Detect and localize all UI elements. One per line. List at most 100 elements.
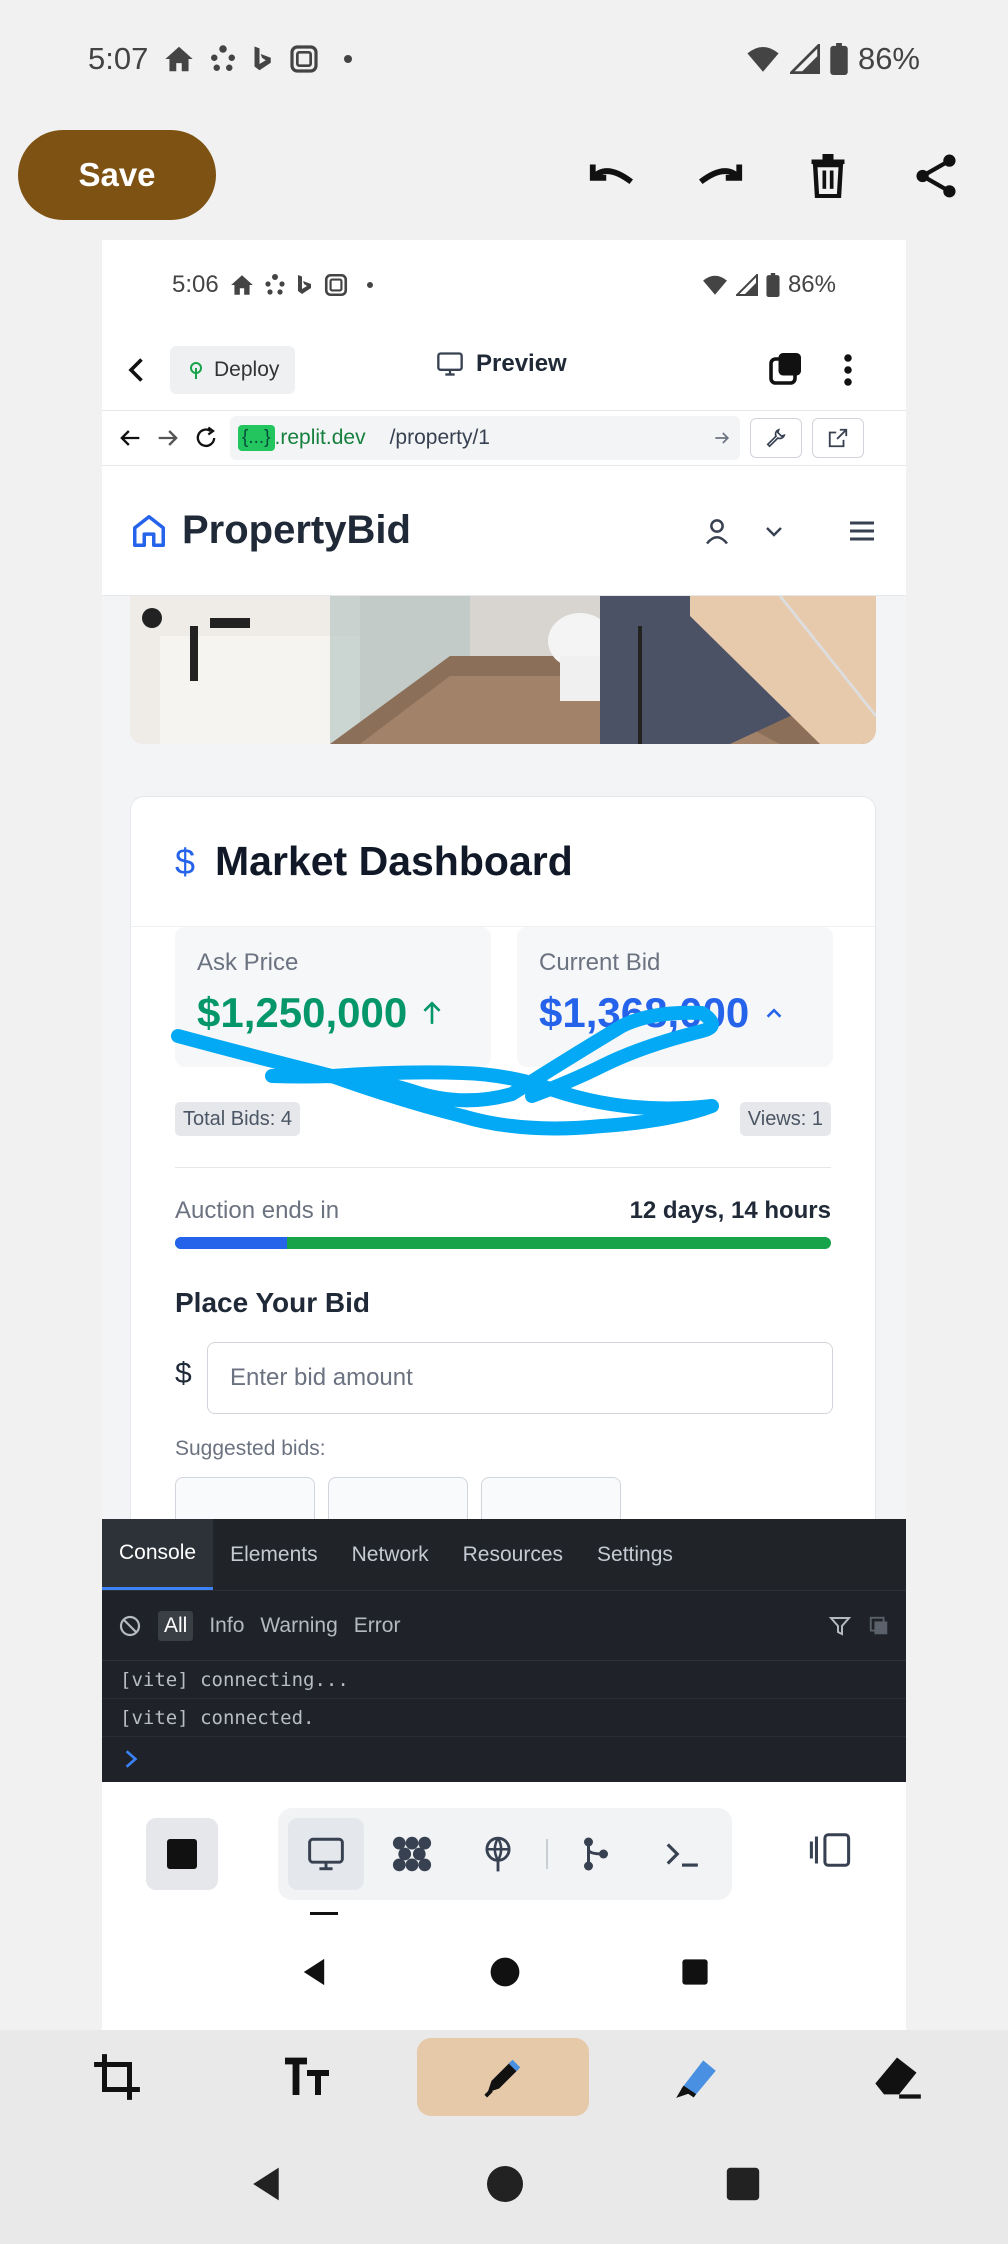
screenshot-icon: [324, 273, 347, 297]
devtools-button[interactable]: [750, 418, 802, 458]
preview-tool[interactable]: [288, 1818, 364, 1890]
tab-elements[interactable]: Elements: [213, 1519, 335, 1590]
go-arrow-icon[interactable]: [712, 428, 732, 448]
dashboard-title: Market Dashboard: [215, 838, 573, 884]
tab-console[interactable]: Console: [102, 1519, 214, 1590]
deploy-tool[interactable]: [460, 1818, 536, 1890]
suggested-bid-chip[interactable]: [175, 1477, 315, 1519]
crop-tool[interactable]: [80, 2038, 154, 2116]
git-tool[interactable]: [558, 1818, 634, 1890]
filter-error[interactable]: Error: [354, 1614, 401, 1638]
filter-info[interactable]: Info: [209, 1614, 244, 1638]
tab-network[interactable]: Network: [335, 1519, 446, 1590]
tabs-icon[interactable]: [768, 350, 804, 386]
ask-price-stat: Ask Price $1,250,000: [175, 927, 491, 1067]
pen-icon: [484, 2059, 521, 2098]
market-dashboard-card: $ Market Dashboard Ask Price $1,250,000 …: [130, 796, 876, 1519]
grid-icon: [392, 1836, 432, 1872]
nav-recents-icon[interactable]: [681, 1958, 709, 1986]
markup-tool-bar: [0, 2030, 1008, 2124]
external-link-icon: [828, 428, 848, 448]
signal-icon: [789, 44, 820, 74]
separator: [546, 1839, 548, 1869]
system-status-bar: 5:07 86%: [0, 0, 1008, 118]
bid-amount-input[interactable]: [207, 1342, 833, 1414]
views-badge: Views: 1: [739, 1102, 831, 1136]
clear-console-icon[interactable]: [118, 1614, 142, 1638]
more-vert-icon[interactable]: [840, 352, 856, 388]
signal-icon: [735, 274, 758, 296]
share-icon[interactable]: [906, 146, 966, 206]
inner-battery-level: 86%: [787, 271, 836, 298]
console-prompt[interactable]: [102, 1737, 906, 1781]
bing-icon: [297, 275, 311, 294]
filter-icon[interactable]: [828, 1614, 852, 1638]
battery-level: 86%: [857, 41, 920, 76]
auction-time-remaining: 12 days, 14 hours: [629, 1197, 831, 1224]
text-tool[interactable]: [270, 2038, 344, 2116]
chevron-up-icon: [766, 1008, 782, 1018]
dollar-icon: $: [175, 840, 196, 882]
chevron-down-icon[interactable]: [762, 519, 786, 543]
nav-back-icon[interactable]: [299, 1956, 329, 1988]
yelp-icon: [211, 45, 236, 71]
deploy-button[interactable]: Deploy: [170, 346, 296, 394]
tab-settings[interactable]: Settings: [580, 1519, 690, 1590]
url-field[interactable]: {...} .replit.dev /property/1: [230, 416, 740, 460]
place-bid-title: Place Your Bid: [175, 1287, 371, 1318]
replit-bottom-toolbar: [102, 1782, 906, 1922]
text-size-icon: [285, 2057, 329, 2095]
nav-back-icon[interactable]: [247, 2164, 285, 2204]
monitor-icon: [437, 352, 463, 376]
open-external-button[interactable]: [812, 418, 864, 458]
preview-tab[interactable]: Preview: [436, 350, 567, 378]
nav-recents-icon[interactable]: [725, 2166, 761, 2202]
url-bar: {...} .replit.dev /property/1: [102, 410, 906, 466]
hamburger-menu-icon[interactable]: [846, 515, 878, 547]
redo-icon[interactable]: [690, 146, 750, 206]
brand-name[interactable]: PropertyBid: [182, 508, 411, 553]
delete-icon[interactable]: [798, 146, 858, 206]
highlighter-icon: [676, 2060, 716, 2098]
split-view-icon[interactable]: [808, 1830, 852, 1870]
filter-warning[interactable]: Warning: [260, 1614, 337, 1638]
filter-all[interactable]: All: [158, 1610, 194, 1641]
home-icon: [230, 275, 253, 295]
console-log-line: [vite] connecting...: [102, 1661, 906, 1699]
highlighter-tool[interactable]: [660, 2038, 734, 2116]
back-chevron-icon[interactable]: [122, 355, 152, 385]
dot-icon: [366, 282, 373, 288]
back-arrow-icon[interactable]: [116, 424, 144, 452]
editor-toolbar: Save: [0, 128, 1008, 224]
wifi-icon: [703, 275, 727, 295]
copy-icon[interactable]: [868, 1615, 890, 1637]
shell-tool[interactable]: [644, 1818, 720, 1890]
total-bids-badge: Total Bids: 4: [175, 1102, 300, 1136]
deploy-icon: [485, 1836, 511, 1872]
forward-arrow-icon[interactable]: [154, 424, 182, 452]
eraser-tool[interactable]: [860, 2038, 934, 2116]
pen-tool[interactable]: [417, 2038, 589, 2116]
suggested-bid-chip[interactable]: [481, 1477, 621, 1519]
inner-navigation-bar: [102, 1922, 906, 2022]
nav-home-icon[interactable]: [489, 1956, 521, 1988]
auction-progress-bar: [175, 1237, 831, 1249]
undo-icon[interactable]: [582, 146, 642, 206]
wrench-icon: [766, 428, 786, 448]
console-filter-bar: All Info Warning Error: [102, 1591, 906, 1661]
suggested-bid-chip[interactable]: [328, 1477, 468, 1519]
save-button[interactable]: Save: [18, 130, 216, 220]
dot-icon: [344, 55, 353, 63]
reload-icon[interactable]: [192, 424, 220, 452]
eraser-icon: [875, 2057, 921, 2099]
home-logo-icon[interactable]: [130, 512, 168, 550]
nav-home-icon[interactable]: [485, 2164, 525, 2204]
user-icon[interactable]: [702, 516, 732, 546]
preview-label: Preview: [476, 350, 567, 377]
url-host-badge: {...}: [238, 425, 275, 451]
console-log-line: [vite] connected.: [102, 1699, 906, 1737]
battery-icon: [766, 273, 780, 297]
stop-button[interactable]: [146, 1818, 218, 1890]
all-tools[interactable]: [374, 1818, 450, 1890]
tab-resources[interactable]: Resources: [446, 1519, 580, 1590]
